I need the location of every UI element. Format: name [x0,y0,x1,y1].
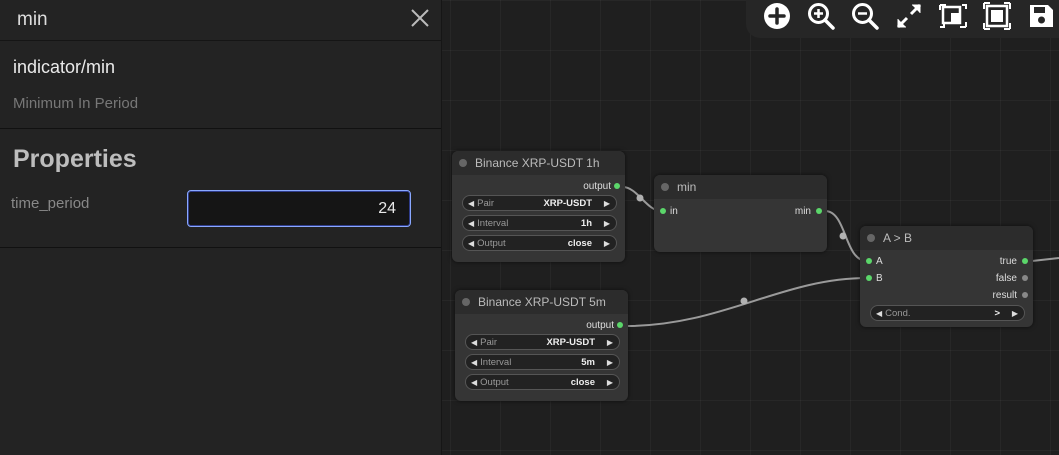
output-slot[interactable] [816,208,822,214]
output-slot-true[interactable] [1022,258,1028,264]
panel-header: min [0,0,441,41]
arrow-left-icon[interactable]: ◀ [468,199,474,208]
add-icon[interactable] [760,0,793,33]
widget-value: 5m [581,356,595,368]
node-title[interactable]: A > B [860,226,1033,250]
fullscreen-icon[interactable] [892,0,925,33]
save-icon[interactable] [1024,0,1057,33]
input-slot-label: A [876,255,883,267]
input-slot[interactable] [660,208,666,214]
node-title-label: A > B [883,231,913,245]
arrow-right-icon[interactable]: ▶ [604,239,610,248]
output-slot-label: output [586,319,614,331]
arrow-left-icon[interactable]: ◀ [468,239,474,248]
link-midpoint [740,297,748,305]
input-slot-label: B [876,272,883,284]
widget-label: Interval [480,356,512,368]
fit-all-icon[interactable] [980,0,1013,33]
collapse-dot[interactable] [462,298,470,306]
arrow-right-icon[interactable]: ▶ [604,199,610,208]
widget-value: > [994,307,1000,319]
pair-combo[interactable]: ◀ Pair XRP-USDT ▶ [465,334,620,350]
node-info: indicator/min Minimum In Period [0,41,441,129]
widget-value: XRP-USDT [543,197,592,209]
node-title-label: Binance XRP-USDT 1h [475,156,600,170]
link-midpoint [839,232,847,240]
node-binance-5m[interactable]: Binance XRP-USDT 5m output ◀ Pair XRP-US… [455,290,628,401]
arrow-right-icon[interactable]: ▶ [607,378,613,387]
input-slot-label: in [670,205,678,217]
canvas-toolbar [746,0,1059,38]
link-midpoint [636,194,644,202]
output-slot-label: true [999,255,1017,267]
arrow-right-icon[interactable]: ▶ [604,219,610,228]
time-period-input[interactable] [187,190,411,227]
node-min[interactable]: min in min [654,175,827,252]
widget-label: Interval [477,217,509,229]
properties-heading: Properties [13,145,137,173]
interval-combo[interactable]: ◀ Interval 5m ▶ [465,354,620,370]
link-5m-to-compare-b [625,277,868,327]
widget-label: Output [480,376,509,388]
output-slot-label: false [995,272,1017,284]
properties-panel: min indicator/min Minimum In Period Prop… [0,0,442,455]
zoom-out-icon[interactable] [848,0,881,33]
widget-value: close [567,237,592,249]
graph-canvas[interactable]: Binance XRP-USDT 1h output ◀ Pair XRP-US… [442,0,1059,455]
time-period-label: time_period [11,195,90,212]
output-slot-label: result [992,289,1017,301]
pair-combo[interactable]: ◀ Pair XRP-USDT ▶ [462,195,617,211]
output-slot[interactable] [614,183,620,189]
node-title[interactable]: Binance XRP-USDT 1h [452,151,625,175]
collapse-dot[interactable] [459,159,467,167]
node-title[interactable]: Binance XRP-USDT 5m [455,290,628,314]
arrow-left-icon[interactable]: ◀ [468,219,474,228]
input-slot-b[interactable] [866,275,872,281]
arrow-right-icon[interactable]: ▶ [607,358,613,367]
close-icon[interactable] [409,7,431,29]
collapse-dot[interactable] [867,234,875,242]
node-compare[interactable]: A > B A true B false result ◀ Cond. > ▶ [860,226,1033,327]
output-slot-label: output [583,180,611,192]
output-slot[interactable] [617,322,623,328]
node-description: Minimum In Period [13,95,139,112]
node-title[interactable]: min [654,175,827,199]
properties-section: Properties time_period [0,129,441,248]
arrow-right-icon[interactable]: ▶ [1012,309,1018,318]
arrow-left-icon[interactable]: ◀ [471,378,477,387]
interval-combo[interactable]: ◀ Interval 1h ▶ [462,215,617,231]
widget-label: Output [477,237,506,249]
node-title-label: min [677,180,697,194]
output-combo[interactable]: ◀ Output close ▶ [465,374,620,390]
collapse-dot[interactable] [661,183,669,191]
widget-value: close [570,376,595,388]
arrow-right-icon[interactable]: ▶ [607,338,613,347]
widget-value: XRP-USDT [546,336,595,348]
zoom-in-icon[interactable] [804,0,837,33]
panel-title: min [17,9,48,30]
output-slot-false[interactable] [1022,275,1028,281]
input-slot-a[interactable] [866,258,872,264]
fit-selection-icon[interactable] [936,0,969,33]
widget-label: Pair [477,197,495,209]
output-slot-result[interactable] [1022,292,1028,298]
widget-label: Cond. [885,307,911,319]
output-combo[interactable]: ◀ Output close ▶ [462,235,617,251]
arrow-left-icon[interactable]: ◀ [876,309,882,318]
widget-label: Pair [480,336,498,348]
widget-value: 1h [580,217,592,229]
arrow-left-icon[interactable]: ◀ [471,358,477,367]
node-title-label: Binance XRP-USDT 5m [478,295,606,309]
node-type: indicator/min [13,57,116,77]
output-slot-label: min [794,205,811,217]
arrow-left-icon[interactable]: ◀ [471,338,477,347]
cond-combo[interactable]: ◀ Cond. > ▶ [870,305,1025,321]
link-compare-true-out [1031,257,1059,262]
node-binance-1h[interactable]: Binance XRP-USDT 1h output ◀ Pair XRP-US… [452,151,625,262]
